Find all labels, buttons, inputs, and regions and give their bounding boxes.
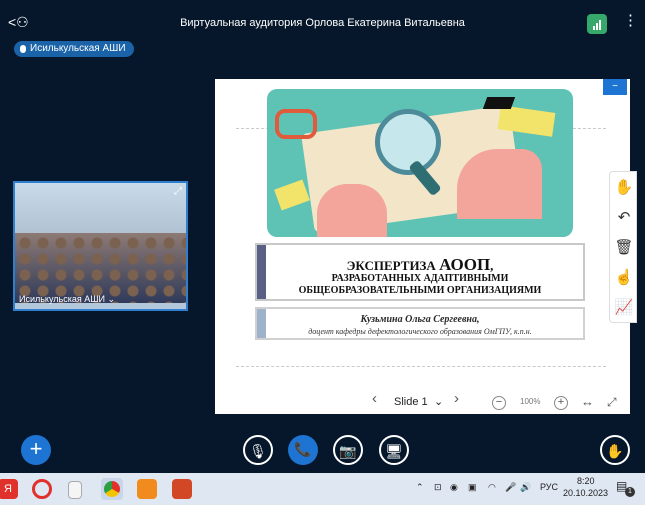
- magnifier-icon: [375, 109, 441, 175]
- powerpoint-icon[interactable]: [172, 479, 192, 499]
- zoom-in-button[interactable]: +: [554, 396, 568, 410]
- tray-app-icon[interactable]: ⊡: [434, 482, 442, 493]
- notification-count: 1: [625, 487, 635, 497]
- undo-icon[interactable]: ↶: [610, 204, 638, 232]
- tray-app-icon[interactable]: ▣: [468, 482, 477, 493]
- volume-icon[interactable]: 🔊: [520, 482, 531, 493]
- slide-title-acronym: АООП: [439, 255, 491, 274]
- expand-icon[interactable]: ⤢: [174, 186, 182, 197]
- author-name: Кузьмина Ольга Сергеевна,: [360, 314, 480, 325]
- hand-illustration: [457, 149, 542, 219]
- add-button[interactable]: +: [21, 435, 51, 465]
- slide-subtitle-line: ОБЩЕОБРАЗОВАТЕЛЬНЫМИ ОРГАНИЗАЦИЯМИ: [298, 285, 542, 296]
- room-badge[interactable]: Исилькульская АШИ: [14, 41, 134, 57]
- top-bar: <⚇ Виртуальная аудитория Орлова Екатерин…: [0, 0, 645, 40]
- mic-muted-icon[interactable]: 🎙: [243, 435, 273, 465]
- page-title: Виртуальная аудитория Орлова Екатерина В…: [180, 17, 465, 29]
- wifi-icon[interactable]: ◠: [488, 482, 496, 493]
- yandex-icon[interactable]: Я: [0, 479, 18, 499]
- more-vert-icon[interactable]: ⋮: [623, 13, 638, 28]
- zoom-out-button[interactable]: −: [492, 396, 506, 410]
- fit-width-button[interactable]: ↔: [581, 393, 594, 411]
- room-label: Исилькульская АШИ: [30, 43, 126, 54]
- hand-illustration: [317, 184, 387, 237]
- mic-icon: [20, 45, 26, 53]
- whiteboard-toolbar: ✋ ↶ 🗑 ☝ 📈: [609, 171, 637, 323]
- signal-icon[interactable]: [587, 14, 607, 34]
- chrome-icon[interactable]: [104, 481, 120, 497]
- os-taskbar: Я ⌃ ⊡ ◉ ▣ ◠ 🎤 🔊 РУС 8:20 20.10.2023 ▤ 1: [0, 473, 645, 505]
- microphone-icon[interactable]: 🎤: [505, 482, 516, 493]
- clock-time[interactable]: 8:20: [577, 476, 595, 486]
- slide-illustration: [267, 89, 573, 237]
- video-audience: [15, 233, 186, 303]
- fullscreen-button[interactable]: ⤢: [607, 393, 617, 411]
- slide-title: ЭКСПЕРТИЗА АООП,: [257, 255, 583, 275]
- clock-date[interactable]: 20.10.2023: [563, 488, 608, 498]
- next-slide-button[interactable]: ›: [454, 390, 459, 408]
- slide-subtitle: РАЗРАБОТАННЫХ АДАПТИВНЫМИ ОБЩЕОБРАЗОВАТЕ…: [257, 273, 583, 297]
- slide-divider: [236, 366, 606, 367]
- hand-tool-icon[interactable]: ✋: [610, 174, 638, 202]
- video-label[interactable]: Исилькульская АШИ ⌄: [19, 294, 115, 305]
- video-tile[interactable]: ⤢ Исилькульская АШИ ⌄: [13, 181, 188, 311]
- graduation-cap-icon: [482, 97, 516, 109]
- app-orange-icon[interactable]: [137, 479, 157, 499]
- slide-subtitle-line: РАЗРАБОТАННЫХ АДАПТИВНЫМИ: [331, 273, 509, 284]
- language-indicator[interactable]: РУС: [540, 482, 558, 492]
- slide-dropdown-icon[interactable]: ⌄: [434, 393, 443, 411]
- camera-off-icon[interactable]: 📷: [333, 435, 363, 465]
- slide-title-box: ЭКСПЕРТИЗА АООП, РАЗРАБОТАННЫХ АДАПТИВНЫ…: [255, 243, 585, 301]
- slide-selector[interactable]: Slide 1: [394, 393, 428, 411]
- slide-title-part: ,: [490, 258, 494, 273]
- tray-app-icon[interactable]: ◉: [450, 482, 458, 493]
- sticky-note: [274, 179, 310, 211]
- trash-icon[interactable]: 🗑: [610, 234, 638, 262]
- file-icon[interactable]: [68, 481, 82, 499]
- video-background: [15, 183, 186, 238]
- chart-icon[interactable]: 📈: [610, 294, 638, 322]
- raise-hand-icon[interactable]: ✋: [600, 435, 630, 465]
- minimize-presentation-button[interactable]: −: [603, 79, 627, 95]
- tray-chevron-icon[interactable]: ⌃: [416, 482, 424, 493]
- glasses-illustration: [275, 109, 317, 139]
- slide-title-part: ЭКСПЕРТИЗА: [346, 258, 440, 273]
- author-position: доцент кафедры дефектологического образо…: [308, 327, 532, 336]
- opera-icon[interactable]: [32, 479, 52, 499]
- phone-icon[interactable]: 📞: [288, 435, 318, 465]
- slide-author-box: Кузьмина Ольга Сергеевна, доцент кафедры…: [255, 307, 585, 340]
- screen-share-off-icon[interactable]: 🖥: [379, 435, 409, 465]
- zoom-level: 100%: [520, 397, 541, 406]
- pointer-icon[interactable]: ☝: [610, 264, 638, 292]
- prev-slide-button[interactable]: ‹: [372, 390, 377, 408]
